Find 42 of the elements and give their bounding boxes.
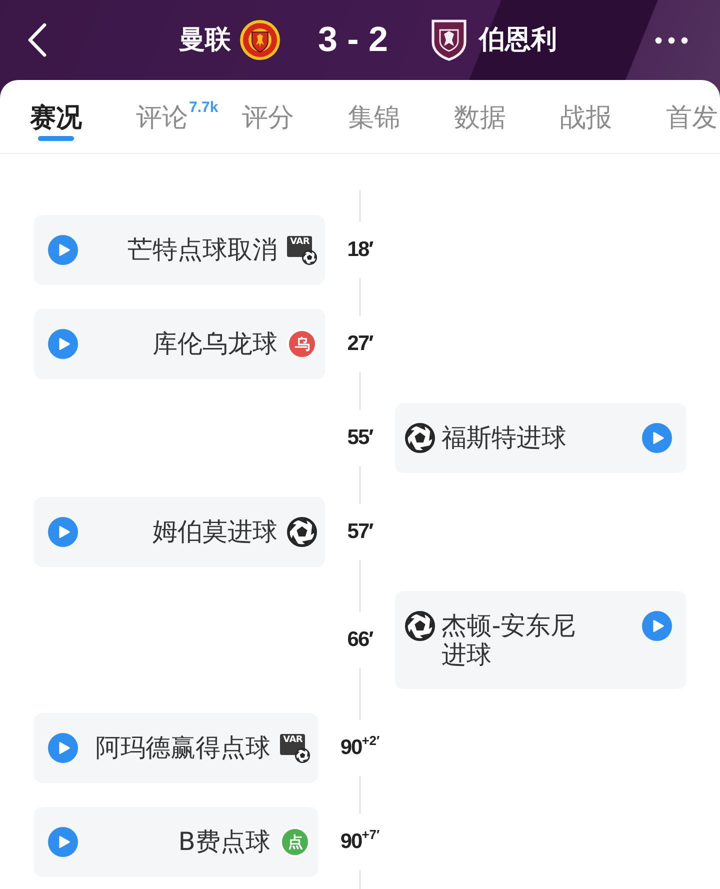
event-minute: 57′ <box>347 519 373 545</box>
event-text: 姆伯莫进球 <box>152 517 278 546</box>
play-icon[interactable] <box>48 733 78 763</box>
soccer-ball-icon <box>404 611 435 641</box>
match-score: 3 - 2 <box>318 20 388 60</box>
event-minute: 90$^{+7′}$ <box>340 829 380 855</box>
more-icon[interactable] <box>655 36 688 44</box>
soccer-ball-icon <box>404 423 435 453</box>
tab[interactable]: 首发 <box>666 102 718 141</box>
play-icon[interactable] <box>48 235 78 265</box>
tab[interactable]: 集锦 <box>348 102 400 141</box>
soccer-ball-icon <box>287 517 318 547</box>
event-minute: 90$^{+2′}$ <box>340 735 380 761</box>
soccer-ball-icon <box>302 250 318 265</box>
tab[interactable]: 赛况 <box>30 102 82 141</box>
event-minute: 27′ <box>347 331 373 357</box>
event-text: 阿玛德赢得点球 <box>95 733 270 762</box>
back-icon[interactable] <box>27 23 47 57</box>
event-minute: 55′ <box>347 425 373 451</box>
comment-count: 7.7k <box>189 99 218 116</box>
tab[interactable]: 评分 <box>242 102 294 141</box>
round-crest-icon <box>238 19 281 61</box>
event-text: 杰顿-安东尼进球 <box>442 611 577 669</box>
team-name: 伯恩利 <box>479 24 558 56</box>
event-minute: 18′ <box>347 237 373 263</box>
shield-crest-icon <box>431 19 468 61</box>
play-icon[interactable] <box>48 517 78 547</box>
play-icon[interactable] <box>642 611 672 641</box>
tab[interactable]: 数据 <box>454 102 506 141</box>
event-text: B费点球 <box>178 827 270 856</box>
soccer-ball-icon <box>295 748 310 763</box>
event-text: 库伦乌龙球 <box>152 329 278 358</box>
own-goal-badge: 乌 <box>287 329 318 359</box>
tab[interactable]: 战报 <box>560 102 612 141</box>
play-icon[interactable] <box>48 329 78 359</box>
penalty-badge: 点 <box>280 827 310 857</box>
event-minute: 66′ <box>347 627 373 653</box>
event-text: 福斯特进球 <box>442 423 567 452</box>
event-text: 芒特点球取消 <box>127 235 278 264</box>
play-icon[interactable] <box>48 827 78 857</box>
play-icon[interactable] <box>642 423 672 453</box>
team-name: 曼联 <box>178 24 231 56</box>
